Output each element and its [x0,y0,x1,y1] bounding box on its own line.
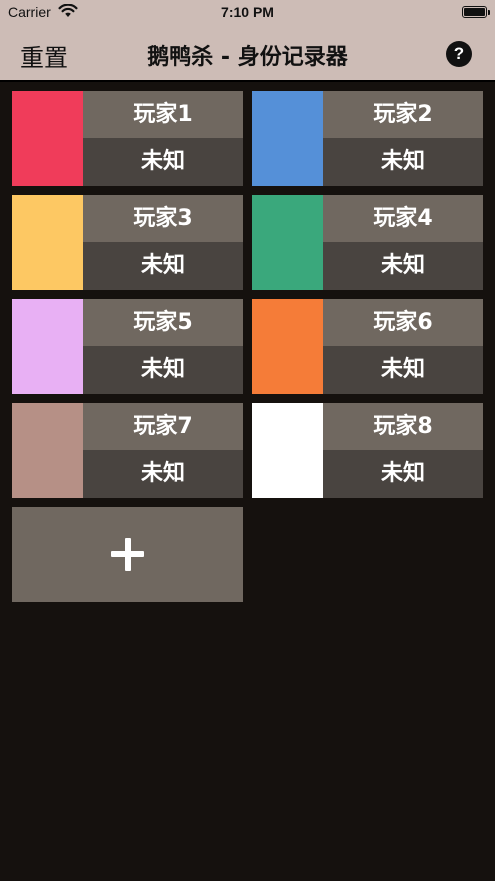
player-color-swatch[interactable] [12,299,83,394]
player-name[interactable]: 玩家6 [323,299,483,346]
battery-icon [462,6,487,18]
player-color-swatch[interactable] [252,403,323,498]
add-player-button[interactable] [12,507,243,602]
page-title: 鹅鸭杀 - 身份记录器 [147,45,348,70]
plus-icon-vertical [125,538,131,571]
help-icon[interactable]: ? [446,41,472,67]
player-card-8[interactable]: 玩家8 未知 [252,403,483,498]
player-role[interactable]: 未知 [83,242,243,290]
nav-divider [0,80,495,82]
player-color-swatch[interactable] [12,195,83,290]
player-color-swatch[interactable] [12,403,83,498]
player-role[interactable]: 未知 [323,450,483,498]
player-name[interactable]: 玩家7 [83,403,243,450]
status-time: 7:10 PM [221,4,274,20]
player-card-6[interactable]: 玩家6 未知 [252,299,483,394]
player-card-1[interactable]: 玩家1 未知 [12,91,243,186]
player-card-3[interactable]: 玩家3 未知 [12,195,243,290]
player-color-swatch[interactable] [252,195,323,290]
player-card-4[interactable]: 玩家4 未知 [252,195,483,290]
player-color-swatch[interactable] [252,299,323,394]
player-name[interactable]: 玩家3 [83,195,243,242]
player-name[interactable]: 玩家4 [323,195,483,242]
player-role[interactable]: 未知 [83,346,243,394]
player-name[interactable]: 玩家1 [83,91,243,138]
player-color-swatch[interactable] [12,91,83,186]
status-bar: Carrier 7:10 PM [0,0,495,26]
player-role[interactable]: 未知 [83,450,243,498]
player-name[interactable]: 玩家5 [83,299,243,346]
player-role[interactable]: 未知 [83,138,243,186]
player-card-5[interactable]: 玩家5 未知 [12,299,243,394]
player-name[interactable]: 玩家2 [323,91,483,138]
player-role[interactable]: 未知 [323,242,483,290]
battery-tip-icon [488,10,490,15]
player-card-2[interactable]: 玩家2 未知 [252,91,483,186]
player-color-swatch[interactable] [252,91,323,186]
player-name[interactable]: 玩家8 [323,403,483,450]
nav-bar: 重置 鹅鸭杀 - 身份记录器 ? [0,26,495,80]
player-role[interactable]: 未知 [323,138,483,186]
player-card-7[interactable]: 玩家7 未知 [12,403,243,498]
player-role[interactable]: 未知 [323,346,483,394]
